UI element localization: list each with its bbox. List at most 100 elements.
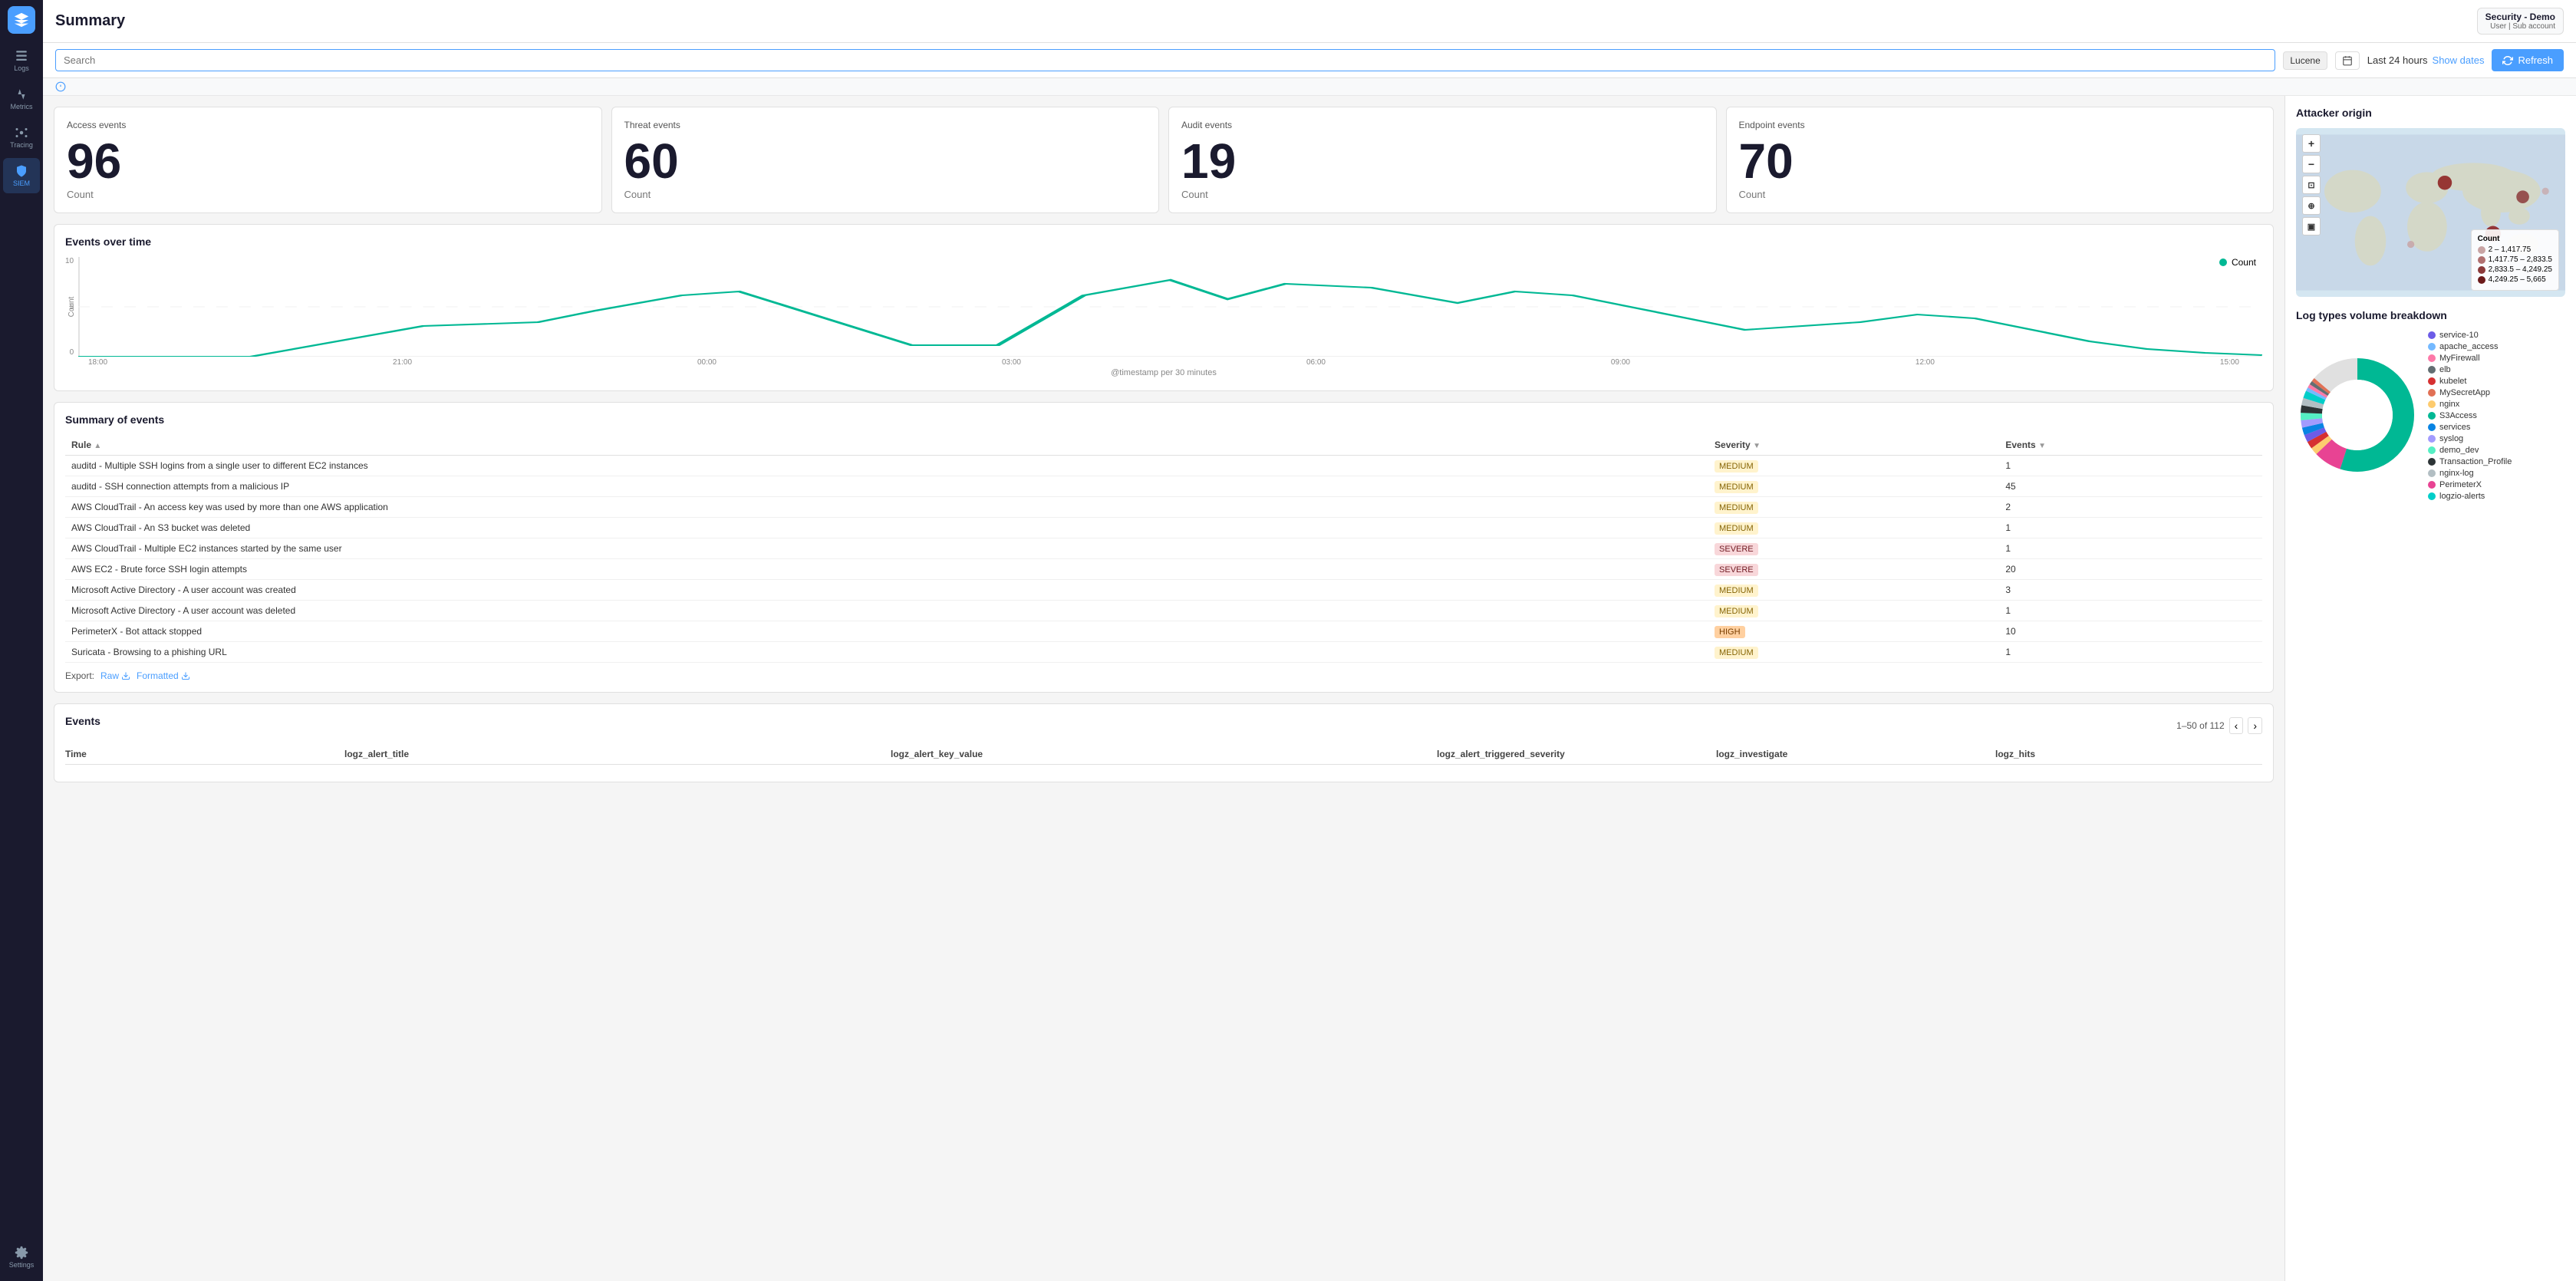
stat-value: 60 xyxy=(624,137,1147,186)
main-area: Summary Security - Demo User | Sub accou… xyxy=(43,0,2576,1281)
donut-legend-item-syslog: syslog xyxy=(2428,434,2512,443)
col-severity[interactable]: Severity ▼ xyxy=(1708,435,1999,456)
page-title: Summary xyxy=(55,12,125,30)
prev-page-button[interactable]: ‹ xyxy=(2229,717,2244,734)
export-raw-link[interactable]: Raw xyxy=(100,670,130,681)
table-row: AWS CloudTrail - Multiple EC2 instances … xyxy=(65,538,2262,559)
sidebar-item-settings[interactable]: Settings xyxy=(3,1240,40,1275)
sidebar-item-tracing[interactable]: Tracing xyxy=(3,120,40,155)
map-zoom-in[interactable]: + xyxy=(2302,134,2321,153)
content-area: Access events 96 Count Threat events 60 … xyxy=(43,96,2576,1281)
donut-legend-label: kubelet xyxy=(2439,377,2466,386)
donut-legend-label: PerimeterX xyxy=(2439,480,2482,489)
events-table-placeholder: Time logz_alert_title logz_alert_key_val… xyxy=(65,743,2262,771)
rule-cell: AWS CloudTrail - Multiple EC2 instances … xyxy=(65,538,1708,559)
events-cell: 2 xyxy=(1999,497,2262,518)
col-events[interactable]: Events ▼ xyxy=(1999,435,2262,456)
sidebar-item-settings-label: Settings xyxy=(9,1261,35,1269)
log-types-title: Log types volume breakdown xyxy=(2296,309,2565,321)
donut-legend-label: nginx-log xyxy=(2439,469,2474,478)
attacker-origin-section: Attacker origin xyxy=(2296,107,2565,297)
events-col-hits[interactable]: logz_hits xyxy=(1995,749,2262,759)
map-reset[interactable]: ⊡ xyxy=(2302,176,2321,194)
account-name: Security - Demo xyxy=(2485,12,2555,22)
stat-card-access-events: Access events 96 Count xyxy=(54,107,602,213)
search-input[interactable] xyxy=(55,49,2275,71)
events-col-investigate[interactable]: logz_investigate xyxy=(1716,749,1983,759)
y-label-10: 10 xyxy=(65,257,74,265)
events-cell: 3 xyxy=(1999,580,2262,601)
x-label-4: 03:00 xyxy=(1002,358,1021,367)
rule-cell: PerimeterX - Bot attack stopped xyxy=(65,621,1708,642)
chart-area: Count 10 5 0 Count xyxy=(65,257,2262,380)
sidebar-item-tracing-label: Tracing xyxy=(10,141,33,149)
x-label-1: 18:00 xyxy=(88,358,107,367)
donut-legend-item-s3access: S3Access xyxy=(2428,411,2512,420)
events-cell: 1 xyxy=(1999,642,2262,663)
attacker-origin-title: Attacker origin xyxy=(2296,107,2565,119)
table-row: Suricata - Browsing to a phishing URL ME… xyxy=(65,642,2262,663)
stat-value: 70 xyxy=(1739,137,2261,186)
events-cell: 45 xyxy=(1999,476,2262,497)
log-types-section: Log types volume breakdown xyxy=(2296,309,2565,501)
rule-cell: Microsoft Active Directory - A user acco… xyxy=(65,580,1708,601)
map-legend-item: 4,249.25 – 5,665 xyxy=(2478,275,2552,284)
refresh-button[interactable]: Refresh xyxy=(2492,49,2564,71)
stat-label: Endpoint events xyxy=(1739,120,2261,130)
export-formatted-link[interactable]: Formatted xyxy=(137,670,190,681)
table-row: AWS CloudTrail - An access key was used … xyxy=(65,497,2262,518)
chart-x-title: @timestamp per 30 minutes xyxy=(65,368,2262,377)
stats-row: Access events 96 Count Threat events 60 … xyxy=(54,107,2274,213)
sidebar-item-siem-label: SIEM xyxy=(13,179,30,187)
account-selector[interactable]: Security - Demo User | Sub account xyxy=(2477,8,2564,35)
donut-legend-label: logzio-alerts xyxy=(2439,492,2485,501)
table-row: AWS EC2 - Brute force SSH login attempts… xyxy=(65,559,2262,580)
donut-legend-item-apache_access: apache_access xyxy=(2428,342,2512,351)
stat-value: 96 xyxy=(67,137,589,186)
stat-unit: Count xyxy=(1181,189,1704,200)
severity-cell: MEDIUM xyxy=(1708,601,1999,621)
col-rule[interactable]: Rule ▲ xyxy=(65,435,1708,456)
map-zoom-out[interactable]: − xyxy=(2302,155,2321,173)
events-cell: 1 xyxy=(1999,538,2262,559)
sidebar-item-logs[interactable]: Logs xyxy=(3,43,40,78)
sidebar-item-siem[interactable]: SIEM xyxy=(3,158,40,193)
table-row: auditd - SSH connection attempts from a … xyxy=(65,476,2262,497)
export-row: Export: Raw Formatted xyxy=(65,670,2262,681)
events-cell: 10 xyxy=(1999,621,2262,642)
chart-title: Events over time xyxy=(65,235,2262,248)
map-layer[interactable]: ▣ xyxy=(2302,217,2321,235)
sidebar: Logs Metrics Tracing SIEM Settings xyxy=(0,0,43,1281)
y-axis-title: Count xyxy=(68,297,76,318)
show-dates-button[interactable]: Show dates xyxy=(2433,54,2485,66)
stat-value: 19 xyxy=(1181,137,1704,186)
stat-label: Threat events xyxy=(624,120,1147,130)
rule-cell: auditd - SSH connection attempts from a … xyxy=(65,476,1708,497)
events-col-severity[interactable]: logz_alert_triggered_severity xyxy=(1437,749,1704,759)
pagination-label: 1–50 of 112 xyxy=(2176,720,2225,731)
donut-legend: service-10apache_accessMyFirewallelbkube… xyxy=(2428,331,2512,501)
events-col-key-value[interactable]: logz_alert_key_value xyxy=(891,749,1425,759)
events-col-time[interactable]: Time xyxy=(65,749,332,759)
calendar-button[interactable] xyxy=(2335,51,2360,70)
sidebar-item-metrics[interactable]: Metrics xyxy=(3,81,40,117)
donut-legend-item-nginx-log: nginx-log xyxy=(2428,469,2512,478)
summary-table-title: Summary of events xyxy=(65,413,2262,426)
events-cell: 1 xyxy=(1999,456,2262,476)
severity-cell: MEDIUM xyxy=(1708,497,1999,518)
severity-cell: MEDIUM xyxy=(1708,642,1999,663)
donut-chart-wrap xyxy=(2296,354,2419,479)
donut-legend-item-nginx: nginx xyxy=(2428,400,2512,409)
donut-legend-label: service-10 xyxy=(2439,331,2479,340)
right-panel: Attacker origin xyxy=(2284,96,2576,1281)
next-page-button[interactable]: › xyxy=(2248,717,2262,734)
map-container: + − ⊡ ⊕ ▣ Count 2 – 1,417.751,417.75 – 2… xyxy=(2296,128,2565,297)
query-type-badge[interactable]: Lucene xyxy=(2283,51,2327,70)
x-label-2: 21:00 xyxy=(393,358,412,367)
table-row: auditd - Multiple SSH logins from a sing… xyxy=(65,456,2262,476)
stat-label: Audit events xyxy=(1181,120,1704,130)
map-location[interactable]: ⊕ xyxy=(2302,196,2321,215)
stat-unit: Count xyxy=(67,189,589,200)
events-col-title[interactable]: logz_alert_title xyxy=(344,749,878,759)
donut-legend-label: Transaction_Profile xyxy=(2439,457,2512,466)
